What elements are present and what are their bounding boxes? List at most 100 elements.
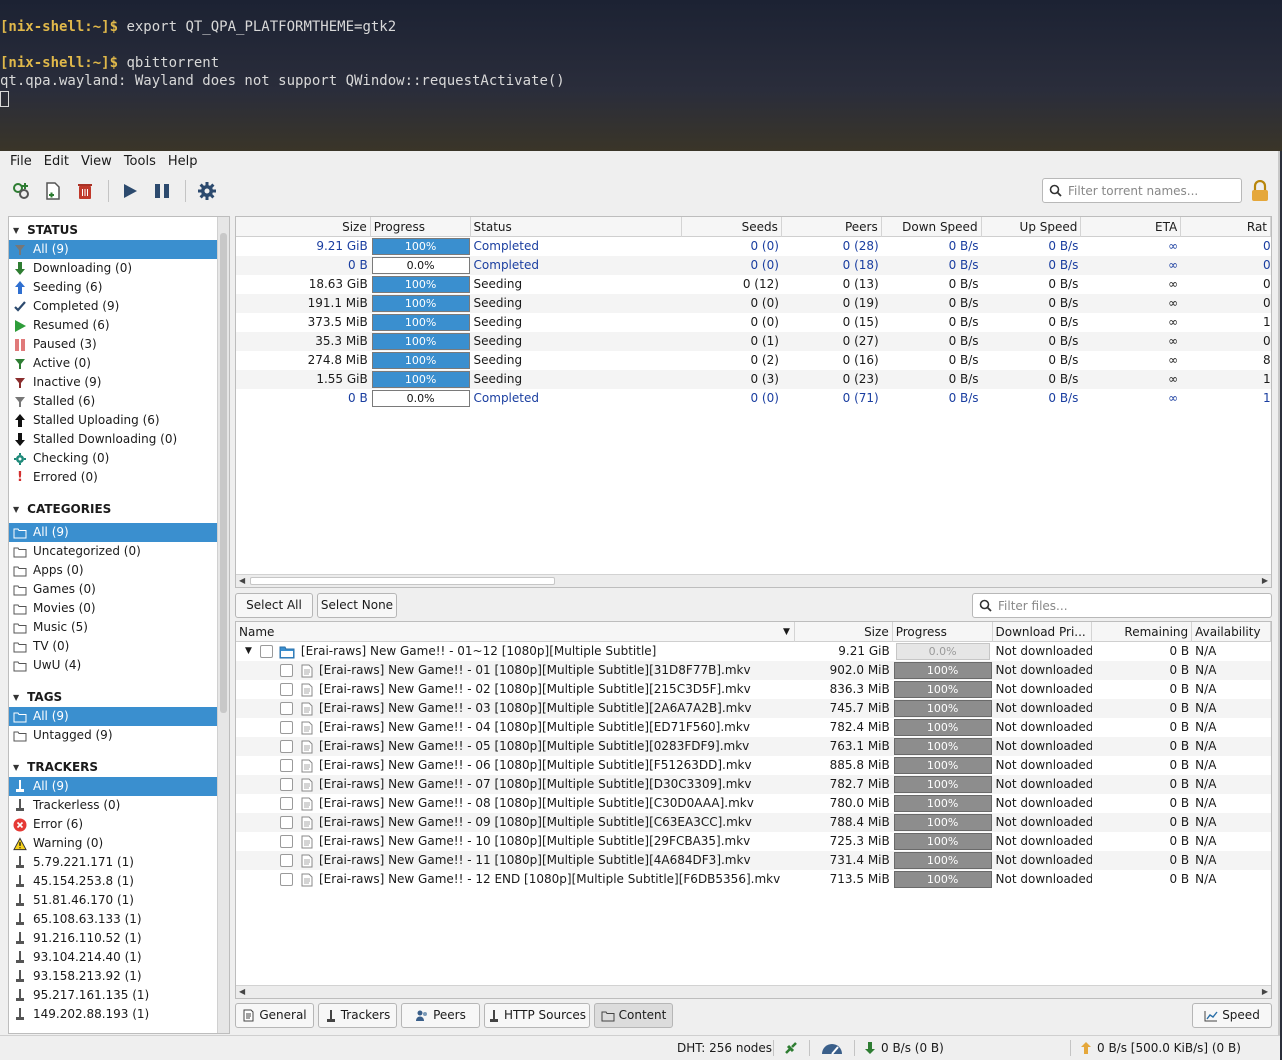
category-filter-item[interactable]: All (9) <box>9 523 217 542</box>
scroll-left-icon[interactable]: ◀ <box>239 986 245 998</box>
tracker-filter-item[interactable]: Warning (0) <box>9 834 217 853</box>
file-row[interactable]: [Erai-raws] New Game!! - 10 [1080p][Mult… <box>236 832 1271 851</box>
file-checkbox[interactable] <box>280 740 293 753</box>
file-row[interactable]: [Erai-raws] New Game!! - 07 [1080p][Mult… <box>236 775 1271 794</box>
categories-section-header[interactable]: ▼ CATEGORIES <box>9 500 229 519</box>
status-section-header[interactable]: ▼ STATUS <box>9 221 229 240</box>
col-progress[interactable]: Progress <box>371 217 471 237</box>
status-filter-item[interactable]: Seeding (6) <box>9 278 217 297</box>
tracker-filter-item[interactable]: Error (6) <box>9 815 217 834</box>
resume-button[interactable] <box>117 178 143 204</box>
scroll-right-icon[interactable]: ▶ <box>1262 986 1268 998</box>
status-filter-item[interactable]: Resumed (6) <box>9 316 217 335</box>
priority-cell[interactable]: Not downloaded <box>993 680 1093 699</box>
file-row[interactable]: [Erai-raws] New Game!! - 08 [1080p][Mult… <box>236 794 1271 813</box>
file-checkbox[interactable] <box>280 816 293 829</box>
tab-http-sources[interactable]: HTTP Sources <box>484 1003 590 1028</box>
file-checkbox[interactable] <box>280 778 293 791</box>
priority-cell[interactable]: Not downloaded <box>993 737 1093 756</box>
speed-button[interactable]: Speed <box>1192 1003 1272 1028</box>
priority-cell[interactable]: Not downloaded <box>993 813 1093 832</box>
col-eta[interactable]: ETA <box>1081 217 1182 237</box>
tracker-filter-item[interactable]: 149.202.88.193 (1) <box>9 1005 217 1024</box>
col-remaining[interactable]: Remaining <box>1092 622 1193 642</box>
tracker-filter-item[interactable]: 65.108.63.133 (1) <box>9 910 217 929</box>
sidebar-scrollbar[interactable] <box>217 217 229 1033</box>
content-list-hscrollbar[interactable]: ◀ ▶ <box>236 985 1271 998</box>
file-checkbox[interactable] <box>280 683 293 696</box>
torrent-search-input[interactable] <box>1068 183 1228 198</box>
menu-help[interactable]: Help <box>162 151 204 173</box>
tab-peers[interactable]: Peers <box>401 1003 480 1028</box>
file-row[interactable]: [Erai-raws] New Game!! - 11 [1080p][Mult… <box>236 851 1271 870</box>
connection-status-button[interactable] <box>783 1036 799 1060</box>
menu-view[interactable]: View <box>75 151 118 173</box>
tag-filter-item[interactable]: Untagged (9) <box>9 726 217 745</box>
category-filter-item[interactable]: Music (5) <box>9 618 217 637</box>
col-up-speed[interactable]: Up Speed <box>982 217 1082 237</box>
col-down-speed[interactable]: Down Speed <box>882 217 982 237</box>
col-seeds[interactable]: Seeds <box>682 217 782 237</box>
category-filter-item[interactable]: Movies (0) <box>9 599 217 618</box>
file-row[interactable]: [Erai-raws] New Game!! - 01 [1080p][Mult… <box>236 661 1271 680</box>
category-filter-item[interactable]: Apps (0) <box>9 561 217 580</box>
col-file-size[interactable]: Size <box>795 622 893 642</box>
folder-checkbox[interactable] <box>259 645 273 658</box>
priority-cell[interactable]: Not downloaded <box>993 870 1093 889</box>
tracker-filter-item[interactable]: 93.104.214.40 (1) <box>9 948 217 967</box>
lock-button[interactable] <box>1250 179 1270 205</box>
priority-cell[interactable]: Not downloaded <box>993 718 1093 737</box>
folder-row[interactable]: ▼ [Erai-raws] New Game!! - 01~12 [1080p]… <box>236 642 1271 661</box>
filter-files-input[interactable] <box>998 598 1248 613</box>
status-filter-item[interactable]: Inactive (9) <box>9 373 217 392</box>
torrent-row[interactable]: 1.55 GiB 100% Seeding 0 (3) 0 (23) 0 B/s 0 B/s… <box>236 370 1271 389</box>
status-filter-item[interactable]: Completed (9) <box>9 297 217 316</box>
status-filter-item[interactable]: Stalled Downloading (0) <box>9 430 217 449</box>
torrent-row[interactable]: 0 B0.0%Completed 0 (0) 0 (18) 0 B/s 0 B/s ∞ 0.… <box>236 256 1271 275</box>
delete-torrent-button[interactable] <box>72 178 98 204</box>
file-checkbox[interactable] <box>280 664 293 677</box>
col-size[interactable]: Size <box>236 217 371 237</box>
category-filter-item[interactable]: UwU (4) <box>9 656 217 675</box>
tracker-filter-item[interactable]: 45.154.253.8 (1) <box>9 872 217 891</box>
file-checkbox[interactable] <box>280 835 293 848</box>
col-file-progress[interactable]: Progress <box>893 622 993 642</box>
priority-cell[interactable]: Not downloaded <box>993 775 1093 794</box>
file-row[interactable]: [Erai-raws] New Game!! - 04 [1080p][Mult… <box>236 718 1271 737</box>
file-row[interactable]: [Erai-raws] New Game!! - 12 END [1080p][… <box>236 870 1271 889</box>
torrent-row[interactable]: 35.3 MiB 100% Seeding 0 (1) 0 (27) 0 B/s 0 B/s… <box>236 332 1271 351</box>
select-all-button[interactable]: Select All <box>235 593 313 618</box>
tracker-filter-item[interactable]: 51.81.46.170 (1) <box>9 891 217 910</box>
status-filter-item[interactable]: Stalled Uploading (6) <box>9 411 217 430</box>
torrent-row[interactable]: 191.1 MiB 100% Seeding 0 (0) 0 (19) 0 B/s 0 B/… <box>236 294 1271 313</box>
menu-file[interactable]: File <box>4 151 38 173</box>
scroll-left-icon[interactable]: ◀ <box>239 575 245 587</box>
col-peers[interactable]: Peers <box>782 217 882 237</box>
file-row[interactable]: [Erai-raws] New Game!! - 06 [1080p][Mult… <box>236 756 1271 775</box>
category-filter-item[interactable]: Uncategorized (0) <box>9 542 217 561</box>
trackers-section-header[interactable]: ▼ TRACKERS <box>9 758 229 777</box>
torrent-row[interactable]: 9.21 GiB 100% Completed 0 (0) 0 (28) 0 B/s 0 B… <box>236 237 1271 256</box>
tracker-filter-item[interactable]: 95.217.161.135 (1) <box>9 986 217 1005</box>
col-name[interactable]: Name ▼ <box>236 622 795 642</box>
menu-tools[interactable]: Tools <box>118 151 162 173</box>
priority-cell[interactable]: Not downloaded <box>993 661 1093 680</box>
torrent-row[interactable]: 18.63 GiB 100% Seeding 0 (12) 0 (13) 0 B/s 0 B… <box>236 275 1271 294</box>
add-torrent-link-button[interactable] <box>8 178 34 204</box>
scroll-right-icon[interactable]: ▶ <box>1262 575 1268 587</box>
file-checkbox[interactable] <box>280 854 293 867</box>
upload-speed-status[interactable]: 0 B/s [500.0 KiB/s] (0 B) <box>1080 1036 1241 1060</box>
expand-arrow-icon[interactable]: ▼ <box>245 642 252 661</box>
torrent-search-box[interactable] <box>1042 178 1242 203</box>
torrent-row[interactable]: 0 B0.0%Completed 0 (0) 0 (71) 0 B/s 0 B/s ∞ 1.… <box>236 389 1271 408</box>
download-speed-status[interactable]: 0 B/s (0 B) <box>864 1036 944 1060</box>
file-checkbox[interactable] <box>280 759 293 772</box>
torrent-row[interactable]: 274.8 MiB 100% Seeding 0 (2) 0 (16) 0 B/s 0 B/… <box>236 351 1271 370</box>
tracker-filter-item[interactable]: 91.216.110.52 (1) <box>9 929 217 948</box>
tracker-filter-item[interactable]: 5.79.221.171 (1) <box>9 853 217 872</box>
priority-cell[interactable]: Not downloaded <box>993 794 1093 813</box>
pause-button[interactable] <box>149 178 175 204</box>
priority-cell[interactable]: Not downloaded <box>993 756 1093 775</box>
tab-trackers[interactable]: Trackers <box>318 1003 397 1028</box>
priority-cell[interactable]: Not downloaded <box>993 832 1093 851</box>
